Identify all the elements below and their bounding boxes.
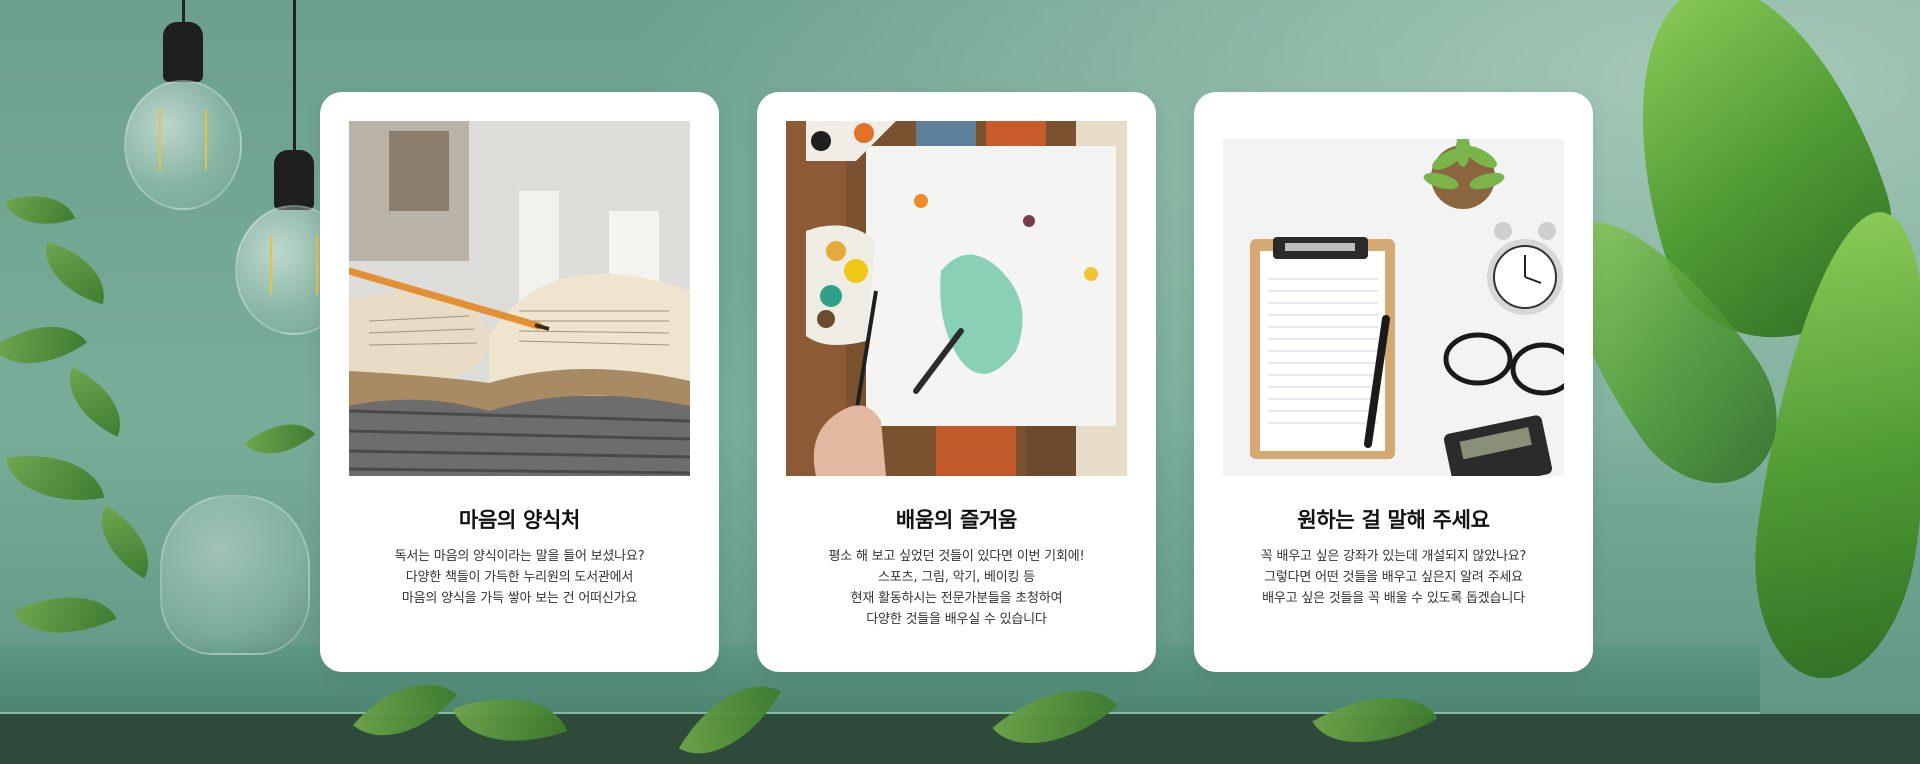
card-description: 꼭 배우고 싶은 강좌가 있는데 개설되지 않았나요? 그렇다면 어떤 것들을 …: [1261, 546, 1527, 609]
card-description-line: 평소 해 보고 싶었던 것들이 있다면 이번 기회에!: [828, 549, 1085, 564]
clipboard-photo: [1223, 139, 1564, 476]
feature-cards: 마음의 양식처 독서는 마음의 양식이라는 말을 들어 보셨나요? 다양한 책들…: [320, 92, 1593, 672]
card-title: 원하는 걸 말해 주세요: [1297, 508, 1490, 532]
card-description-line: 마음의 양식을 가득 쌓아 보는 건 어떠신가요: [401, 591, 638, 606]
card-description-line: 현재 활동하시는 전문가분들을 초청하여: [850, 591, 1063, 606]
card-description-line: 다양한 책들이 가득한 누리원의 도서관에서: [405, 570, 634, 585]
card-description: 평소 해 보고 싶었던 것들이 있다면 이번 기회에! 스포츠, 그림, 악기,…: [829, 546, 1085, 630]
card-description-line: 독서는 마음의 양식이라는 말을 들어 보셨나요?: [394, 549, 645, 564]
feature-card-library[interactable]: 마음의 양식처 독서는 마음의 양식이라는 말을 들어 보셨나요? 다양한 책들…: [320, 92, 719, 672]
card-description: 독서는 마음의 양식이라는 말을 들어 보셨나요? 다양한 책들이 가득한 누리…: [395, 546, 645, 609]
card-title: 마음의 양식처: [458, 508, 581, 532]
card-title: 배움의 즐거움: [895, 508, 1018, 532]
floor-plants: [0, 714, 1920, 764]
card-description-line: 꼭 배우고 싶은 강좌가 있는데 개설되지 않았나요?: [1260, 549, 1527, 564]
open-book-photo: [349, 121, 690, 476]
card-description-line: 배우고 싶은 것들을 꼭 배울 수 있도록 돕겠습니다: [1262, 591, 1525, 606]
feature-card-request[interactable]: 원하는 걸 말해 주세요 꼭 배우고 싶은 강좌가 있는데 개설되지 않았나요?…: [1194, 92, 1593, 672]
card-description-line: 스포츠, 그림, 악기, 베이킹 등: [878, 570, 1035, 585]
glass-vase: [160, 495, 310, 655]
feature-card-learning[interactable]: 배움의 즐거움 평소 해 보고 싶었던 것들이 있다면 이번 기회에! 스포츠,…: [757, 92, 1156, 672]
card-description-line: 그렇다면 어떤 것들을 배우고 싶은지 알려 주세요: [1264, 570, 1523, 585]
hanging-bulb-left: [123, 0, 243, 230]
card-description-line: 다양한 것들을 배우실 수 있습니다: [866, 612, 1047, 627]
painting-photo: [786, 121, 1127, 476]
